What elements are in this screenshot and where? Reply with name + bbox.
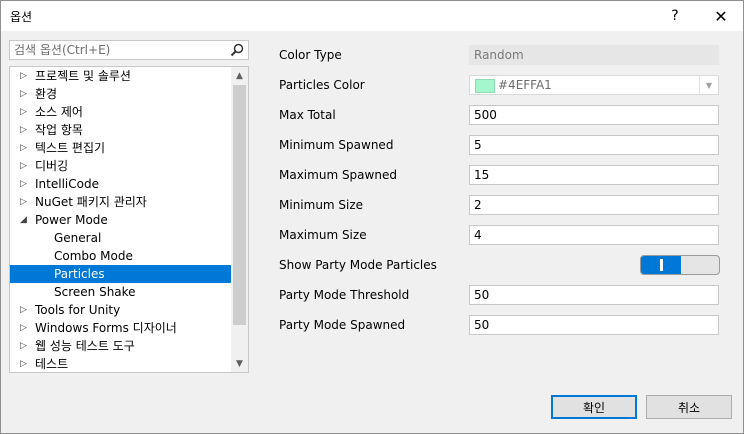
close-button[interactable]: ✕ bbox=[699, 1, 743, 31]
tree-item[interactable]: ▷ 디버깅 bbox=[10, 157, 232, 175]
tree-item-label: General bbox=[54, 231, 102, 245]
tree-item[interactable]: ▷ 환경 bbox=[10, 85, 232, 103]
options-tree: ▷ 프로젝트 및 솔루션 ▷ 환경 ▷ 소스 제어 ▷ 작업 항목 ▷ 텍스트 편집기 ▷ 디버깅 ▷ I… bbox=[9, 66, 249, 373]
particles-color-label: Particles Color bbox=[279, 78, 365, 92]
collapsed-arrow-icon[interactable]: ▷ bbox=[20, 157, 30, 175]
tree-item-label: IntelliCode bbox=[35, 177, 99, 191]
tree-item-label: 테스트 bbox=[35, 357, 69, 371]
tree-item[interactable]: ▷ Windows Forms 디자이너 bbox=[10, 319, 232, 337]
tree-item-label: Tools for Unity bbox=[35, 303, 121, 317]
tree-item-label: Screen Shake bbox=[54, 285, 136, 299]
show-party-mode-label: Show Party Mode Particles bbox=[279, 258, 437, 272]
tree-item[interactable]: ▷ 웹 성능 테스트 도구 bbox=[10, 337, 232, 355]
tree-item[interactable]: Screen Shake bbox=[10, 283, 232, 301]
tree-item[interactable]: ▷ 텍스트 편집기 bbox=[10, 139, 232, 157]
search-input[interactable] bbox=[10, 41, 230, 59]
tree-item[interactable]: ▷ Tools for Unity bbox=[10, 301, 232, 319]
minimum-spawned-label: Minimum Spawned bbox=[279, 138, 394, 152]
maximum-size-input[interactable] bbox=[470, 226, 718, 244]
tree-item-label: 프로젝트 및 솔루션 bbox=[35, 69, 131, 83]
tree-item[interactable]: Particles bbox=[10, 265, 232, 283]
tree-item-label: 환경 bbox=[35, 87, 58, 101]
tree-item-label: NuGet 패키지 관리자 bbox=[35, 195, 147, 209]
title-bar: 옵션 ? ✕ bbox=[1, 1, 743, 31]
tree-item[interactable]: ▷ NuGet 패키지 관리자 bbox=[10, 193, 232, 211]
maximum-spawned-input[interactable] bbox=[470, 166, 718, 184]
max-total-input[interactable] bbox=[470, 106, 718, 124]
collapsed-arrow-icon[interactable]: ▷ bbox=[20, 121, 30, 139]
expanded-arrow-icon[interactable]: ◢ bbox=[20, 211, 30, 229]
party-mode-threshold-label: Party Mode Threshold bbox=[279, 288, 410, 302]
color-swatch bbox=[475, 79, 495, 93]
search-icon[interactable] bbox=[229, 42, 245, 58]
party-mode-spawned-field bbox=[469, 315, 719, 335]
close-icon: ✕ bbox=[714, 6, 728, 26]
particles-color-value: #4EFFA1 bbox=[498, 78, 552, 92]
help-icon: ? bbox=[671, 8, 679, 24]
tree-item-label: Particles bbox=[54, 267, 105, 281]
tree-item-label: Windows Forms 디자이너 bbox=[35, 321, 177, 335]
maximum-spawned-field bbox=[469, 165, 719, 185]
tree-item[interactable]: ▷ 작업 항목 bbox=[10, 121, 232, 139]
tree-item-label: 작업 항목 bbox=[35, 123, 83, 137]
party-mode-spawned-input[interactable] bbox=[470, 316, 718, 334]
scroll-thumb[interactable] bbox=[233, 85, 246, 325]
ok-button[interactable]: 확인 bbox=[551, 395, 637, 419]
tree-item[interactable]: General bbox=[10, 229, 232, 247]
minimum-spawned-field bbox=[469, 135, 719, 155]
tree-item[interactable]: ▷ 프로젝트 및 솔루션 bbox=[10, 67, 232, 85]
minimum-size-input[interactable] bbox=[470, 196, 718, 214]
max-total-label: Max Total bbox=[279, 108, 336, 122]
options-dialog: 옵션 ? ✕ ▷ 프로젝트 및 솔루션 ▷ 환경 ▷ 소스 제어 ▷ 작업 항목 ▷ 텍스트 편집… bbox=[0, 0, 744, 434]
color-type-input bbox=[470, 46, 718, 64]
collapsed-arrow-icon[interactable]: ▷ bbox=[20, 139, 30, 157]
collapsed-arrow-icon[interactable]: ▷ bbox=[20, 175, 30, 193]
scroll-up-icon[interactable]: ▲ bbox=[231, 67, 248, 84]
tree-scrollbar[interactable]: ▲ ▼ bbox=[231, 67, 248, 372]
toggle-thumb bbox=[660, 259, 663, 271]
collapsed-arrow-icon[interactable]: ▷ bbox=[20, 67, 30, 85]
color-type-label: Color Type bbox=[279, 48, 342, 62]
party-mode-threshold-input[interactable] bbox=[470, 286, 718, 304]
chevron-down-icon[interactable]: ▼ bbox=[699, 76, 718, 94]
maximum-size-label: Maximum Size bbox=[279, 228, 367, 242]
tree-item[interactable]: ▷ 소스 제어 bbox=[10, 103, 232, 121]
minimum-spawned-input[interactable] bbox=[470, 136, 718, 154]
collapsed-arrow-icon[interactable]: ▷ bbox=[20, 337, 30, 355]
collapsed-arrow-icon[interactable]: ▷ bbox=[20, 301, 30, 319]
collapsed-arrow-icon[interactable]: ▷ bbox=[20, 103, 30, 121]
tree-item-label: 웹 성능 테스트 도구 bbox=[35, 339, 135, 353]
party-mode-threshold-field bbox=[469, 285, 719, 305]
tree-item-label: 소스 제어 bbox=[35, 105, 83, 119]
maximum-size-field bbox=[469, 225, 719, 245]
tree-item[interactable]: ◢ Power Mode bbox=[10, 211, 232, 229]
tree-item[interactable]: ▷ IntelliCode bbox=[10, 175, 232, 193]
help-button[interactable]: ? bbox=[653, 1, 697, 31]
party-mode-spawned-label: Party Mode Spawned bbox=[279, 318, 406, 332]
color-type-field bbox=[469, 45, 719, 65]
collapsed-arrow-icon[interactable]: ▷ bbox=[20, 319, 30, 337]
minimum-size-label: Minimum Size bbox=[279, 198, 364, 212]
scroll-down-icon[interactable]: ▼ bbox=[231, 355, 248, 372]
search-box bbox=[9, 40, 249, 60]
maximum-spawned-label: Maximum Spawned bbox=[279, 168, 397, 182]
collapsed-arrow-icon[interactable]: ▷ bbox=[20, 355, 30, 372]
tree-list: ▷ 프로젝트 및 솔루션 ▷ 환경 ▷ 소스 제어 ▷ 작업 항목 ▷ 텍스트 편집기 ▷ 디버깅 ▷ I… bbox=[10, 67, 232, 372]
dialog-title: 옵션 bbox=[10, 10, 33, 24]
tree-item-label: 디버깅 bbox=[35, 159, 69, 173]
cancel-button[interactable]: 취소 bbox=[646, 395, 732, 419]
collapsed-arrow-icon[interactable]: ▷ bbox=[20, 193, 30, 211]
tree-item[interactable]: Combo Mode bbox=[10, 247, 232, 265]
tree-item[interactable]: ▷ 테스트 bbox=[10, 355, 232, 372]
minimum-size-field bbox=[469, 195, 719, 215]
particles-color-picker[interactable]: #4EFFA1 ▼ bbox=[469, 75, 719, 95]
tree-item-label: Power Mode bbox=[35, 213, 108, 227]
show-party-mode-toggle[interactable] bbox=[640, 255, 720, 275]
tree-item-label: 텍스트 편집기 bbox=[35, 141, 106, 155]
max-total-field bbox=[469, 105, 719, 125]
tree-item-label: Combo Mode bbox=[54, 249, 133, 263]
collapsed-arrow-icon[interactable]: ▷ bbox=[20, 85, 30, 103]
